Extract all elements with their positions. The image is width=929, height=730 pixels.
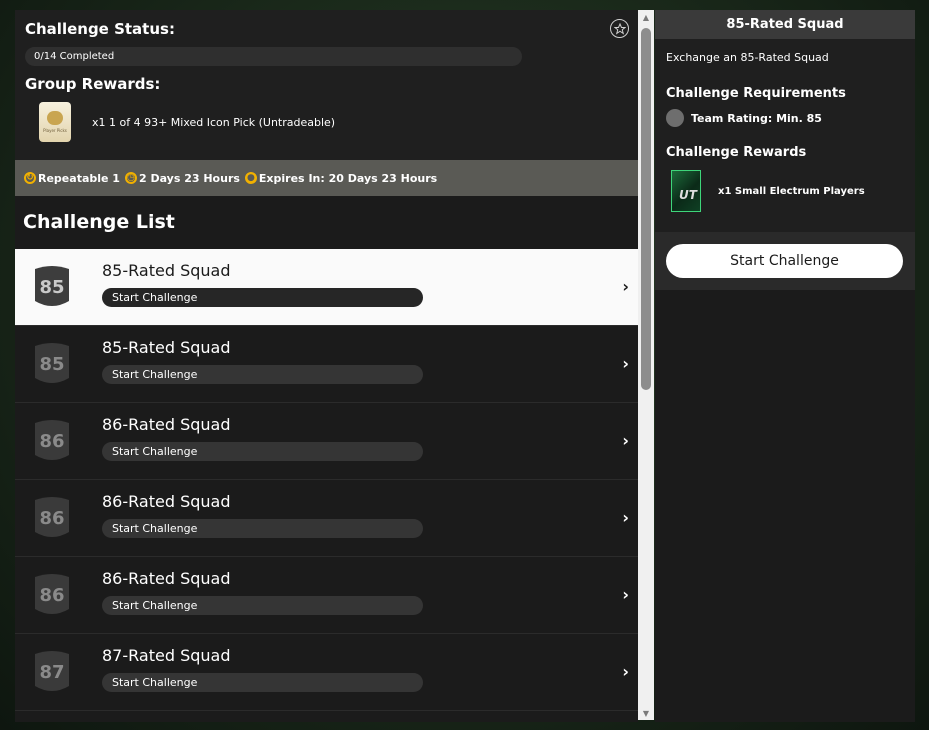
star-icon[interactable] xyxy=(610,19,629,38)
scroll-down-arrow-icon[interactable]: ▼ xyxy=(638,706,654,720)
expires-info: ● Expires In: 20 Days 23 Hours xyxy=(244,171,438,185)
start-challenge-pill[interactable]: Start Challenge xyxy=(102,288,423,307)
rating-badge: 85 xyxy=(33,263,71,311)
rating-badge: 87 xyxy=(33,648,71,696)
scroll-thumb[interactable] xyxy=(641,28,651,390)
detail-body: Exchange an 85-Rated Squad Challenge Req… xyxy=(655,39,915,232)
repeatable-info: ↻ Repeatable 1 xyxy=(24,172,120,185)
challenge-title: 86-Rated Squad xyxy=(102,569,231,588)
challenge-status-block: Challenge Status: 0/14 Completed Group R… xyxy=(15,10,638,160)
scroll-up-arrow-icon[interactable]: ▲ xyxy=(638,10,654,24)
progress-bar: 0/14 Completed xyxy=(25,47,522,66)
rating-badge: 86 xyxy=(33,494,71,542)
requirement-item: Team Rating: Min. 85 xyxy=(666,109,915,127)
challenge-reward-item: UT x1 Small Electrum Players xyxy=(666,170,915,212)
challenge-panel: Challenge Status: 0/14 Completed Group R… xyxy=(15,10,638,722)
medal-icon xyxy=(47,111,63,125)
badge-rating: 87 xyxy=(39,661,65,683)
rating-badge: 85 xyxy=(33,340,71,388)
badge-rating: 86 xyxy=(39,507,65,529)
chevron-right-icon[interactable]: › xyxy=(622,585,629,604)
chevron-right-icon[interactable]: › xyxy=(622,508,629,527)
challenge-row[interactable]: 85 85-Rated Squad Start Challenge › xyxy=(15,249,638,326)
challenge-status-title: Challenge Status: xyxy=(25,20,175,38)
rating-badge: 86 xyxy=(33,417,71,465)
start-challenge-pill[interactable]: Start Challenge xyxy=(102,596,423,615)
challenge-title: 85-Rated Squad xyxy=(102,261,231,280)
stopwatch-icon: ● xyxy=(244,172,257,184)
pack-label: Player Picks xyxy=(43,128,67,133)
chevron-right-icon[interactable]: › xyxy=(622,662,629,681)
challenge-rewards-title: Challenge Rewards xyxy=(666,145,807,160)
badge-rating: 85 xyxy=(39,353,65,375)
requirements-title: Challenge Requirements xyxy=(666,86,846,101)
start-challenge-pill[interactable]: Start Challenge xyxy=(102,519,423,538)
expires-text: Expires In: 20 Days 23 Hours xyxy=(258,171,438,185)
refresh-text: 2 Days 23 Hours xyxy=(138,171,240,185)
requirement-status-icon xyxy=(666,109,684,127)
rating-badge: 86 xyxy=(33,571,71,619)
start-challenge-pill[interactable]: Start Challenge xyxy=(102,673,423,692)
start-challenge-pill[interactable]: Start Challenge xyxy=(102,365,423,384)
list-scrollbar[interactable]: ▲ ▼ xyxy=(638,10,654,720)
challenge-title: 86-Rated Squad xyxy=(102,492,231,511)
refresh-timer-icon: ◷ xyxy=(124,172,137,184)
player-pick-pack-icon: Player Picks xyxy=(39,102,71,142)
challenge-row[interactable]: 86 86-Rated Squad Start Challenge › xyxy=(15,480,638,557)
challenge-row[interactable]: 86 86-Rated Squad Start Challenge › xyxy=(15,403,638,480)
start-challenge-button[interactable]: Start Challenge xyxy=(666,244,903,278)
detail-description: Exchange an 85-Rated Squad xyxy=(666,51,829,64)
badge-rating: 85 xyxy=(39,276,65,298)
chevron-right-icon[interactable]: › xyxy=(622,431,629,450)
challenge-row[interactable]: 86 86-Rated Squad Start Challenge › xyxy=(15,557,638,634)
group-reward-item: Player Picks x1 1 of 4 93+ Mixed Icon Pi… xyxy=(25,102,628,142)
challenge-row[interactable]: 87 87-Rated Squad Start Challenge › xyxy=(15,634,638,711)
repeatable-text: Repeatable 1 xyxy=(38,171,120,185)
info-strip: ↻ Repeatable 1 ◷ 2 Days 23 Hours ● Expir… xyxy=(15,160,638,196)
electrum-pack-icon: UT xyxy=(671,170,701,212)
challenge-reward-text: x1 Small Electrum Players xyxy=(718,185,865,197)
refresh-info: ◷ 2 Days 23 Hours xyxy=(124,171,240,185)
challenge-list-heading: Challenge List xyxy=(15,196,638,249)
challenge-title: 87-Rated Squad xyxy=(102,646,231,665)
challenge-title: 86-Rated Squad xyxy=(102,415,231,434)
pack-logo: UT xyxy=(679,188,697,202)
badge-rating: 86 xyxy=(39,430,65,452)
requirement-text: Team Rating: Min. 85 xyxy=(691,111,822,125)
chevron-right-icon[interactable]: › xyxy=(622,354,629,373)
challenge-detail-panel: 85-Rated Squad Exchange an 85-Rated Squa… xyxy=(655,10,915,722)
challenge-row[interactable]: 85 85-Rated Squad Start Challenge › xyxy=(15,326,638,403)
chevron-right-icon[interactable]: › xyxy=(622,277,629,296)
progress-label: 0/14 Completed xyxy=(34,51,115,62)
challenge-title: 85-Rated Squad xyxy=(102,338,231,357)
action-area: Start Challenge xyxy=(655,232,915,290)
group-reward-text: x1 1 of 4 93+ Mixed Icon Pick (Untradeab… xyxy=(92,115,336,129)
detail-title: 85-Rated Squad xyxy=(655,10,915,39)
group-rewards-title: Group Rewards: xyxy=(25,75,161,93)
start-challenge-pill[interactable]: Start Challenge xyxy=(102,442,423,461)
repeat-icon: ↻ xyxy=(24,172,36,184)
badge-rating: 86 xyxy=(39,584,65,606)
